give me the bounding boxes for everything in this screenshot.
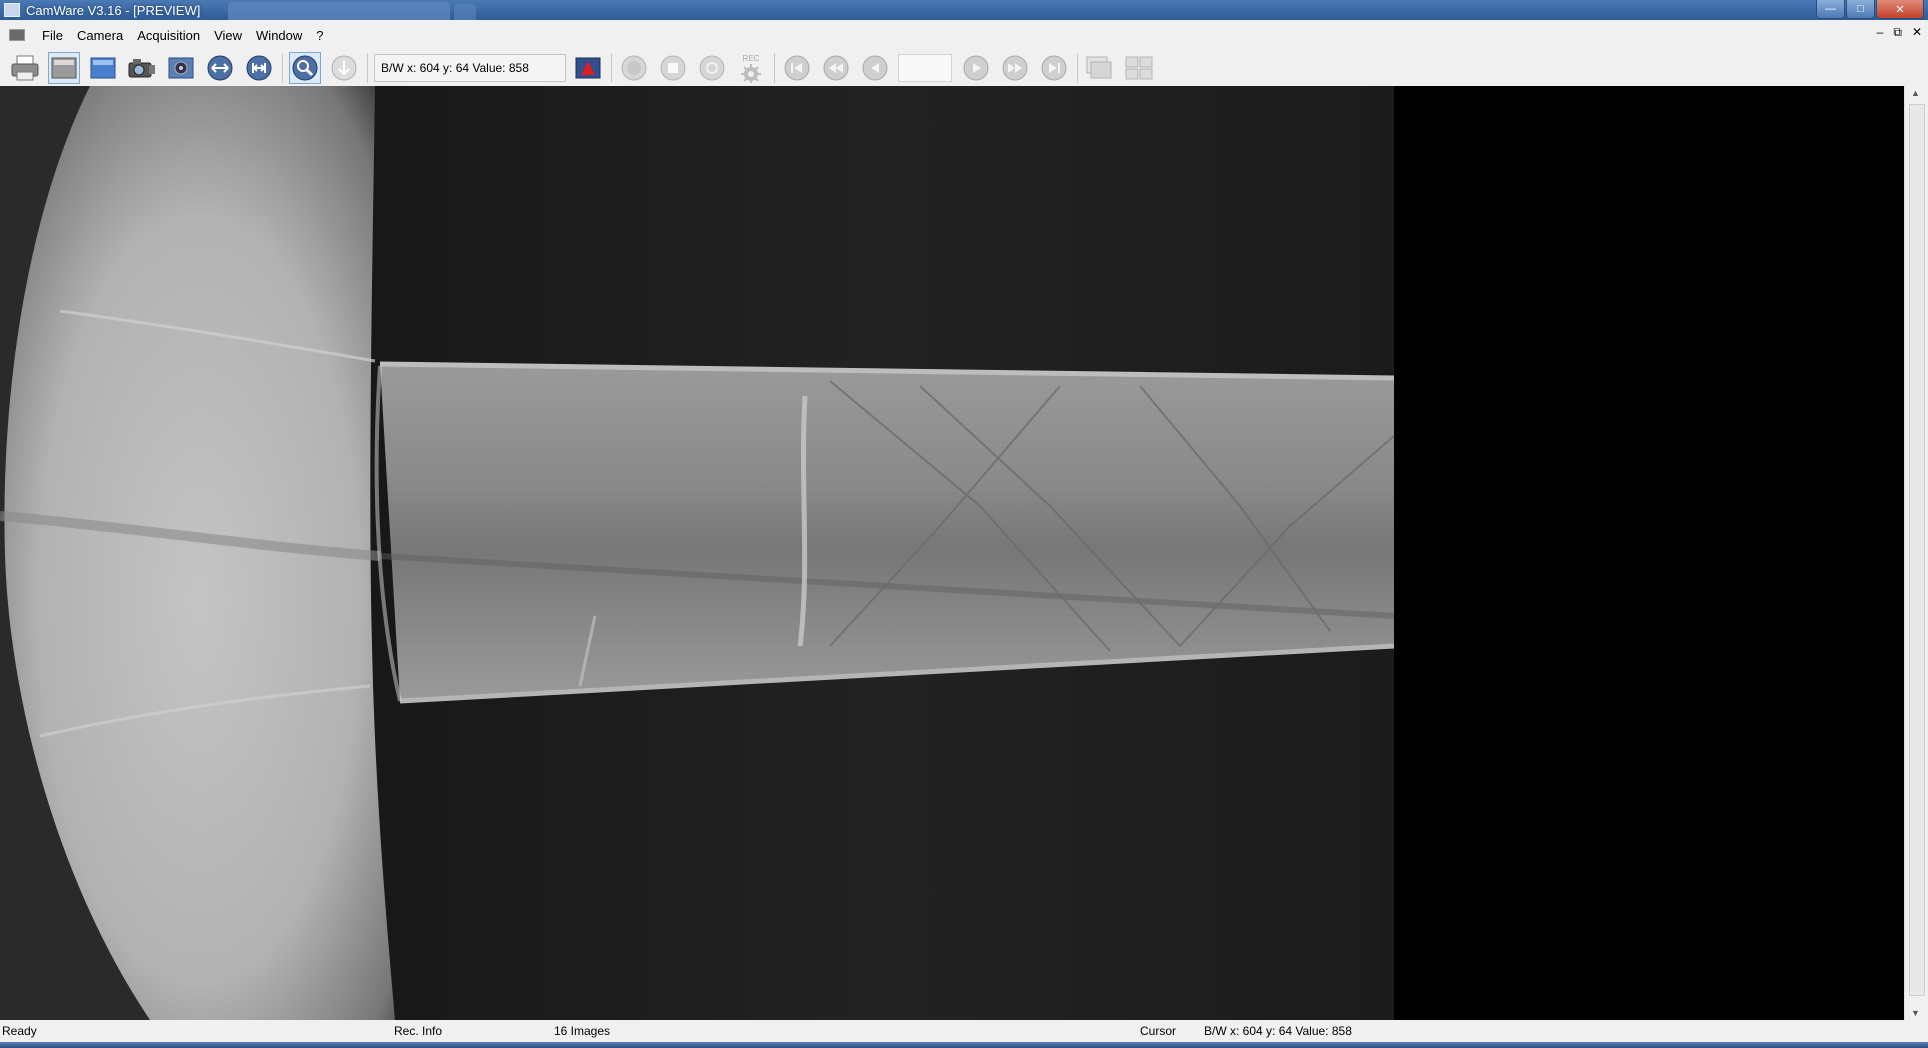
menu-window[interactable]: Window: [249, 28, 309, 43]
maximize-button[interactable]: □: [1846, 0, 1875, 19]
camera-settings-button[interactable]: [165, 52, 197, 84]
tile-windows-icon: [1125, 56, 1153, 80]
first-frame-icon: [784, 55, 810, 81]
camera-settings-icon: [168, 57, 194, 79]
frame-number-field[interactable]: [898, 54, 952, 82]
camera-icon: [128, 59, 155, 78]
print-icon: [11, 55, 39, 81]
scroll-down-icon[interactable]: ▼: [1911, 1008, 1920, 1018]
download-button[interactable]: [328, 52, 360, 84]
rec-settings-button[interactable]: REC: [735, 52, 767, 84]
menu-bar: File Camera Acquisition View Window ? – …: [0, 20, 1928, 50]
scroll-up-icon[interactable]: ▲: [1911, 88, 1920, 98]
fit-all-icon: [246, 55, 272, 81]
color-lut-icon: [575, 57, 601, 79]
scrollbar-thumb[interactable]: [1909, 104, 1925, 996]
preview-icon: [51, 57, 77, 79]
play-button[interactable]: [960, 52, 992, 84]
fast-forward-icon: [1002, 55, 1028, 81]
close-button[interactable]: ✕: [1876, 0, 1924, 19]
menu-view[interactable]: View: [207, 28, 249, 43]
camera-button[interactable]: [126, 52, 158, 84]
cascade-windows-button[interactable]: [1084, 52, 1116, 84]
fit-width-icon: [207, 55, 233, 81]
rec-label: REC: [742, 53, 760, 63]
status-bar: Ready Rec. Info 16 Images Cursor B/W x: …: [0, 1020, 1928, 1042]
title-bar: CamWare V3.16 - [PREVIEW] — □ ✕: [0, 0, 1928, 20]
pause-icon: [699, 55, 725, 81]
child-close-icon[interactable]: ✕: [1912, 25, 1922, 40]
last-frame-icon: [1041, 55, 1067, 81]
status-cursor-label: Cursor: [1140, 1024, 1177, 1038]
background-taskbar-tab-2[interactable]: [454, 4, 476, 20]
menu-acquisition[interactable]: Acquisition: [130, 28, 207, 43]
background-taskbar-tab[interactable]: [228, 2, 450, 20]
print-button[interactable]: [9, 52, 41, 84]
live-image-button[interactable]: [87, 52, 119, 84]
minimize-button[interactable]: —: [1816, 0, 1845, 19]
menu-camera[interactable]: Camera: [70, 28, 130, 43]
status-cursor-value: B/W x: 604 y: 64 Value: 858: [1204, 1024, 1352, 1038]
pause-button[interactable]: [696, 52, 728, 84]
toolbar: B/W x: 604 y: 64 Value: 858 REC: [0, 50, 1928, 86]
status-image-count: 16 Images: [554, 1024, 611, 1038]
tile-windows-button[interactable]: [1123, 52, 1155, 84]
cursor-readout-field: B/W x: 604 y: 64 Value: 858: [374, 54, 566, 82]
document-icon[interactable]: [9, 29, 25, 41]
play-icon: [963, 55, 989, 81]
camera-image: [0, 86, 1904, 1020]
fast-forward-button[interactable]: [999, 52, 1031, 84]
record-icon: [621, 55, 647, 81]
stop-icon: [660, 55, 686, 81]
rewind-button[interactable]: [820, 52, 852, 84]
step-back-button[interactable]: [859, 52, 891, 84]
stop-button[interactable]: [657, 52, 689, 84]
zoom-icon: [292, 55, 318, 81]
first-frame-button[interactable]: [781, 52, 813, 84]
app-icon: [4, 3, 20, 17]
cascade-windows-icon: [1086, 56, 1112, 79]
menu-file[interactable]: File: [35, 28, 70, 43]
preview-button[interactable]: [48, 52, 80, 84]
rec-settings-icon: [741, 63, 761, 83]
record-button[interactable]: [618, 52, 650, 84]
zoom-button[interactable]: [289, 52, 321, 84]
child-minimize-icon[interactable]: –: [1877, 25, 1884, 40]
os-taskbar: [0, 1042, 1928, 1048]
live-image-icon: [90, 57, 116, 79]
last-frame-button[interactable]: [1038, 52, 1070, 84]
status-rec-info: Rec. Info: [394, 1024, 443, 1038]
child-restore-icon[interactable]: ⧉: [1893, 25, 1902, 40]
fit-width-button[interactable]: [204, 52, 236, 84]
fit-all-button[interactable]: [243, 52, 275, 84]
image-viewport[interactable]: [0, 86, 1904, 1020]
status-ready: Ready: [2, 1024, 37, 1038]
window-title: CamWare V3.16 - [PREVIEW]: [26, 2, 201, 18]
rewind-icon: [823, 55, 849, 81]
menu-help[interactable]: ?: [309, 28, 330, 43]
color-lut-button[interactable]: [572, 52, 604, 84]
vertical-scrollbar[interactable]: ▲ ▼: [1904, 86, 1928, 1020]
download-icon: [331, 55, 357, 81]
step-back-icon: [862, 55, 888, 81]
